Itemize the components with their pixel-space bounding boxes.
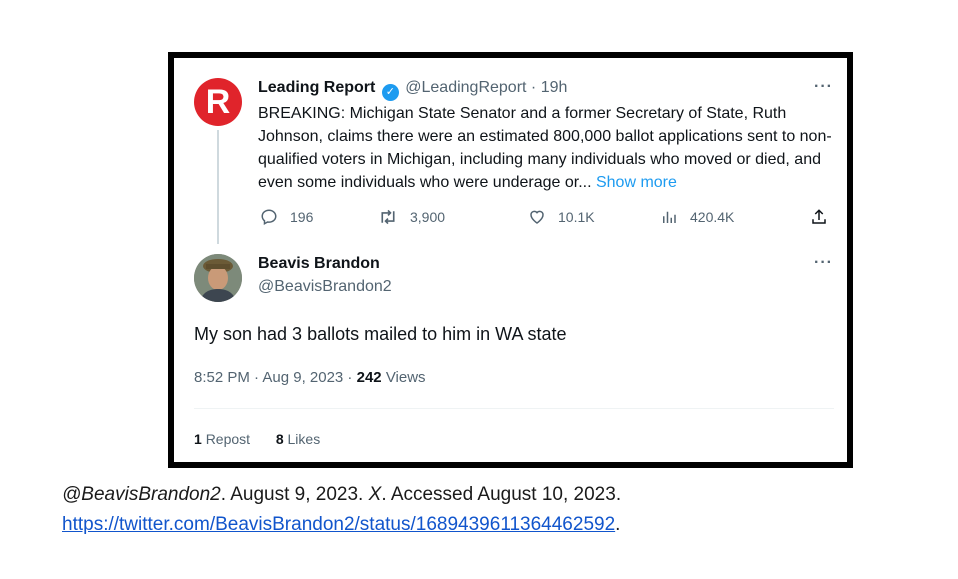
show-more-link[interactable]: Show more: [596, 174, 677, 191]
likes-stat[interactable]: 8 Likes: [276, 431, 320, 447]
caption-text-2: . Accessed August 10, 2023.: [381, 484, 622, 505]
caption-handle: @BeavisBrandon2: [62, 484, 221, 505]
repost-stat[interactable]: 1 Repost: [194, 431, 250, 447]
tweet2-text: My son had 3 ballots mailed to him in WA…: [194, 324, 567, 344]
tweet2-handle[interactable]: @BeavisBrandon2: [258, 277, 392, 297]
repost-stat-label: Repost: [205, 431, 251, 447]
tweet2-views-label: Views: [385, 369, 426, 386]
tweet1-handle[interactable]: @LeadingReport: [405, 79, 526, 96]
verified-badge-icon: ✓: [381, 84, 399, 101]
leading-report-avatar[interactable]: R: [194, 78, 242, 126]
repost-icon: [381, 209, 395, 225]
repost-count: 3,900: [410, 209, 446, 225]
tweet1-body-text: BREAKING: Michigan State Senator and a f…: [258, 105, 832, 191]
beavis-brandon-avatar[interactable]: [194, 254, 242, 302]
reply-count: 196: [290, 209, 314, 225]
repost-stat-count: 1: [194, 431, 202, 447]
caption-site: X: [368, 484, 382, 505]
likes-stat-count: 8: [275, 431, 284, 447]
avatar-letter: R: [205, 82, 231, 121]
views-chart-icon: [663, 211, 676, 223]
citation-caption: @BeavisBrandon2. August 9, 2023. X. Acce…: [62, 480, 621, 540]
likes-stat-label: Likes: [287, 431, 321, 447]
tweet1-text: BREAKING: Michigan State Senator and a f…: [258, 102, 838, 194]
caption-url-link[interactable]: https://twitter.com/BeavisBrandon2/statu…: [62, 514, 615, 535]
thread-connector-line: [217, 130, 219, 244]
like-count: 10.1K: [558, 209, 595, 225]
tweet1-header: Leading Report ✓ @LeadingReport · 19h: [258, 78, 567, 101]
tweet1-more-icon[interactable]: ···: [814, 78, 833, 96]
profile-photo-icon: [194, 254, 242, 302]
share-action[interactable]: [810, 208, 840, 226]
tweet-screenshot-frame: R Leading Report ✓ @LeadingReport · 19h …: [168, 52, 853, 468]
share-icon: [812, 209, 826, 224]
caption-text-1: . August 9, 2023.: [220, 484, 364, 505]
views-action[interactable]: 420.4K: [660, 208, 734, 226]
tweet2-stats: 1 Repost 8 Likes: [194, 430, 320, 448]
reply-icon: [261, 209, 277, 226]
divider: [194, 408, 834, 409]
like-action[interactable]: 10.1K: [528, 208, 595, 226]
tweet2-author-name[interactable]: Beavis Brandon: [258, 254, 380, 274]
tweet1-author-name[interactable]: Leading Report: [258, 79, 375, 96]
tweet1-separator: ·: [530, 79, 537, 96]
views-count: 420.4K: [690, 209, 735, 225]
heart-icon: [530, 210, 544, 224]
repost-action[interactable]: 3,900: [378, 208, 445, 226]
tweet1-time[interactable]: 19h: [541, 79, 568, 96]
caption-end: .: [615, 514, 621, 535]
tweet2-views-count: 242: [356, 369, 382, 386]
tweet2-more-icon[interactable]: ···: [814, 254, 833, 272]
tweet2-timestamp[interactable]: 8:52 PM · Aug 9, 2023 ·: [194, 369, 352, 386]
reply-action[interactable]: 196: [260, 208, 313, 226]
tweet2-meta: 8:52 PM · Aug 9, 2023 · 242 Views: [194, 368, 426, 388]
